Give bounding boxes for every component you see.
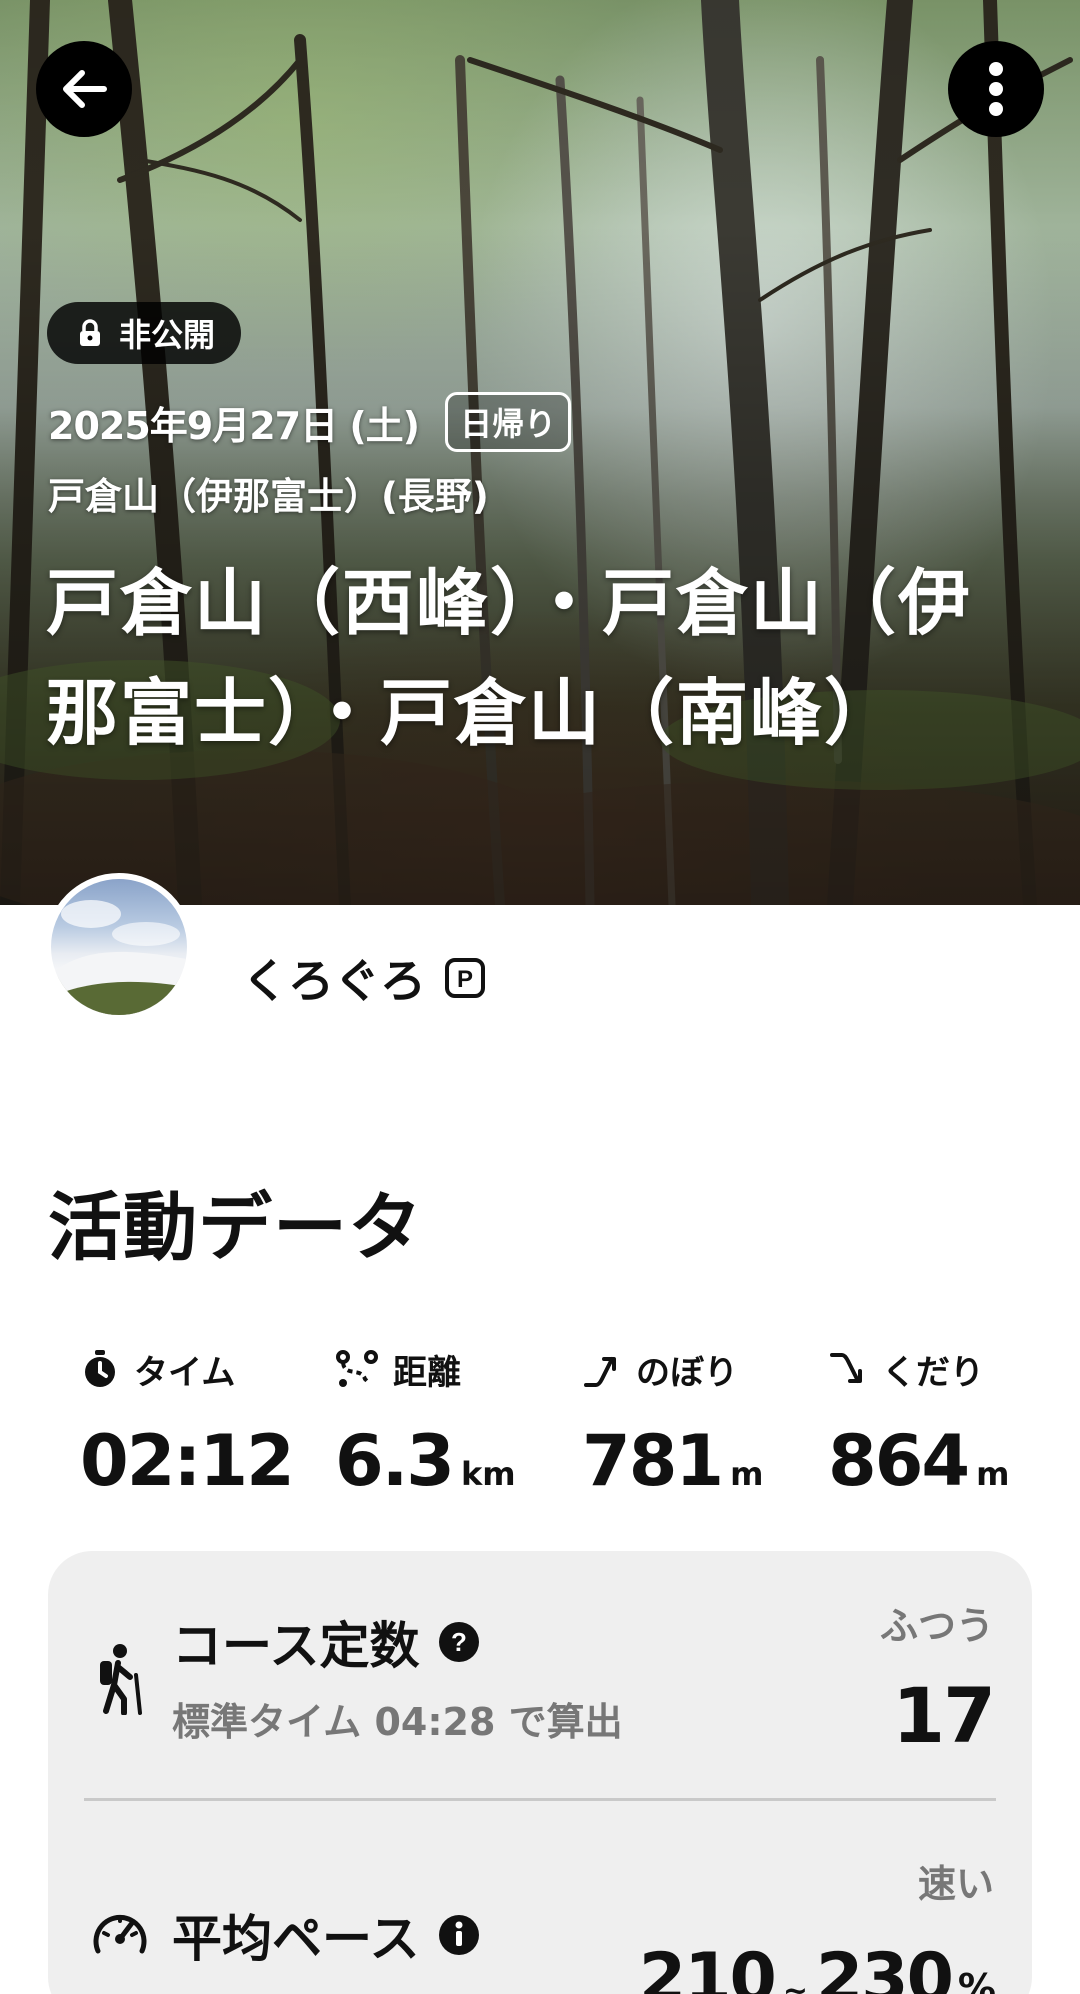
vertical-dots-icon xyxy=(989,62,1003,116)
trip-type-badge: 日帰り xyxy=(445,392,572,452)
stat-ascent: のぼり 781 m xyxy=(582,1340,764,1503)
stat-label: のぼり xyxy=(636,1352,738,1393)
activity-date: 2025年9月27日 (土) xyxy=(48,403,420,448)
course-constant-subtitle: 標準タイム 04:28 で算出 xyxy=(172,1700,623,1744)
avatar-photo xyxy=(51,900,187,1015)
date-row: 2025年9月27日 (土) 日帰り xyxy=(48,392,572,452)
course-constant-level: ふつう xyxy=(879,1604,994,1648)
pace-unit: % xyxy=(957,1966,996,1994)
section-title-activity: 活動データ xyxy=(48,1185,423,1271)
average-pace-row[interactable]: 平均ペース 速い 210 ~ 230 % xyxy=(48,1801,1032,1994)
help-icon[interactable]: ? xyxy=(438,1621,480,1663)
premium-badge-icon: P xyxy=(445,958,485,998)
course-constant-title: コース定数 xyxy=(172,1617,420,1675)
lock-icon xyxy=(80,319,100,346)
stat-value: 6.3 xyxy=(335,1420,455,1502)
route-distance-icon xyxy=(336,1350,378,1387)
stat-time: タイム 02:12 xyxy=(80,1340,295,1502)
ascent-icon xyxy=(584,1357,616,1387)
user-name[interactable]: くろぐろ xyxy=(242,945,426,1011)
arrow-left-icon xyxy=(63,70,107,108)
stats-row: タイム 02:12 距離 6.3 km のぼり 781 m くだり 864 m xyxy=(0,1340,1080,1503)
stat-unit: m xyxy=(730,1455,764,1493)
hero-photo xyxy=(0,0,1080,905)
stat-value: 864 xyxy=(828,1420,970,1502)
speedometer-icon xyxy=(93,1914,147,1954)
user-row[interactable]: くろぐろ P xyxy=(242,945,486,1011)
pace-separator: ~ xyxy=(782,1974,808,1994)
hero-shade xyxy=(0,0,1080,905)
descent-icon xyxy=(830,1353,862,1383)
course-constant-value: 17 xyxy=(892,1671,996,1760)
stat-unit: m xyxy=(976,1455,1010,1493)
info-icon[interactable] xyxy=(438,1914,480,1956)
stat-label: タイム xyxy=(134,1352,236,1393)
privacy-badge: 非公開 xyxy=(47,302,242,364)
metrics-card: コース定数 ? 標準タイム 04:28 で算出 ふつう 17 平均ペース 速い xyxy=(48,1551,1032,1994)
stat-value: 02:12 xyxy=(80,1420,295,1502)
average-pace-level: 速い xyxy=(917,1862,994,1906)
stat-unit: km xyxy=(461,1455,516,1493)
course-constant-row[interactable]: コース定数 ? 標準タイム 04:28 で算出 ふつう 17 xyxy=(48,1551,1032,1799)
stat-label: 距離 xyxy=(393,1352,461,1393)
average-pace-value: 210 ~ 230 % xyxy=(639,1939,996,1994)
stat-distance: 距離 6.3 km xyxy=(335,1340,516,1502)
premium-badge-letter: P xyxy=(457,966,473,993)
stopwatch-icon xyxy=(85,1350,115,1387)
average-pace-title: 平均ペース xyxy=(172,1910,420,1968)
more-options-button[interactable] xyxy=(948,41,1044,137)
avatar[interactable] xyxy=(45,873,193,1021)
hiker-icon xyxy=(100,1644,142,1715)
route-title: 戸倉山（西峰）・戸倉山（伊那富士）・戸倉山（南峰） xyxy=(46,561,973,755)
stat-value: 781 xyxy=(582,1420,724,1502)
mountain-area: 戸倉山（伊那富士）(長野) xyxy=(48,475,489,518)
stat-descent: くだり 864 m xyxy=(828,1340,1010,1503)
pace-low: 210 xyxy=(638,1939,777,1994)
stat-label: くだり xyxy=(882,1352,984,1393)
back-button[interactable] xyxy=(36,41,132,137)
svg-text:?: ? xyxy=(451,1627,467,1657)
privacy-label: 非公開 xyxy=(119,316,216,354)
pace-high: 230 xyxy=(815,1939,954,1994)
